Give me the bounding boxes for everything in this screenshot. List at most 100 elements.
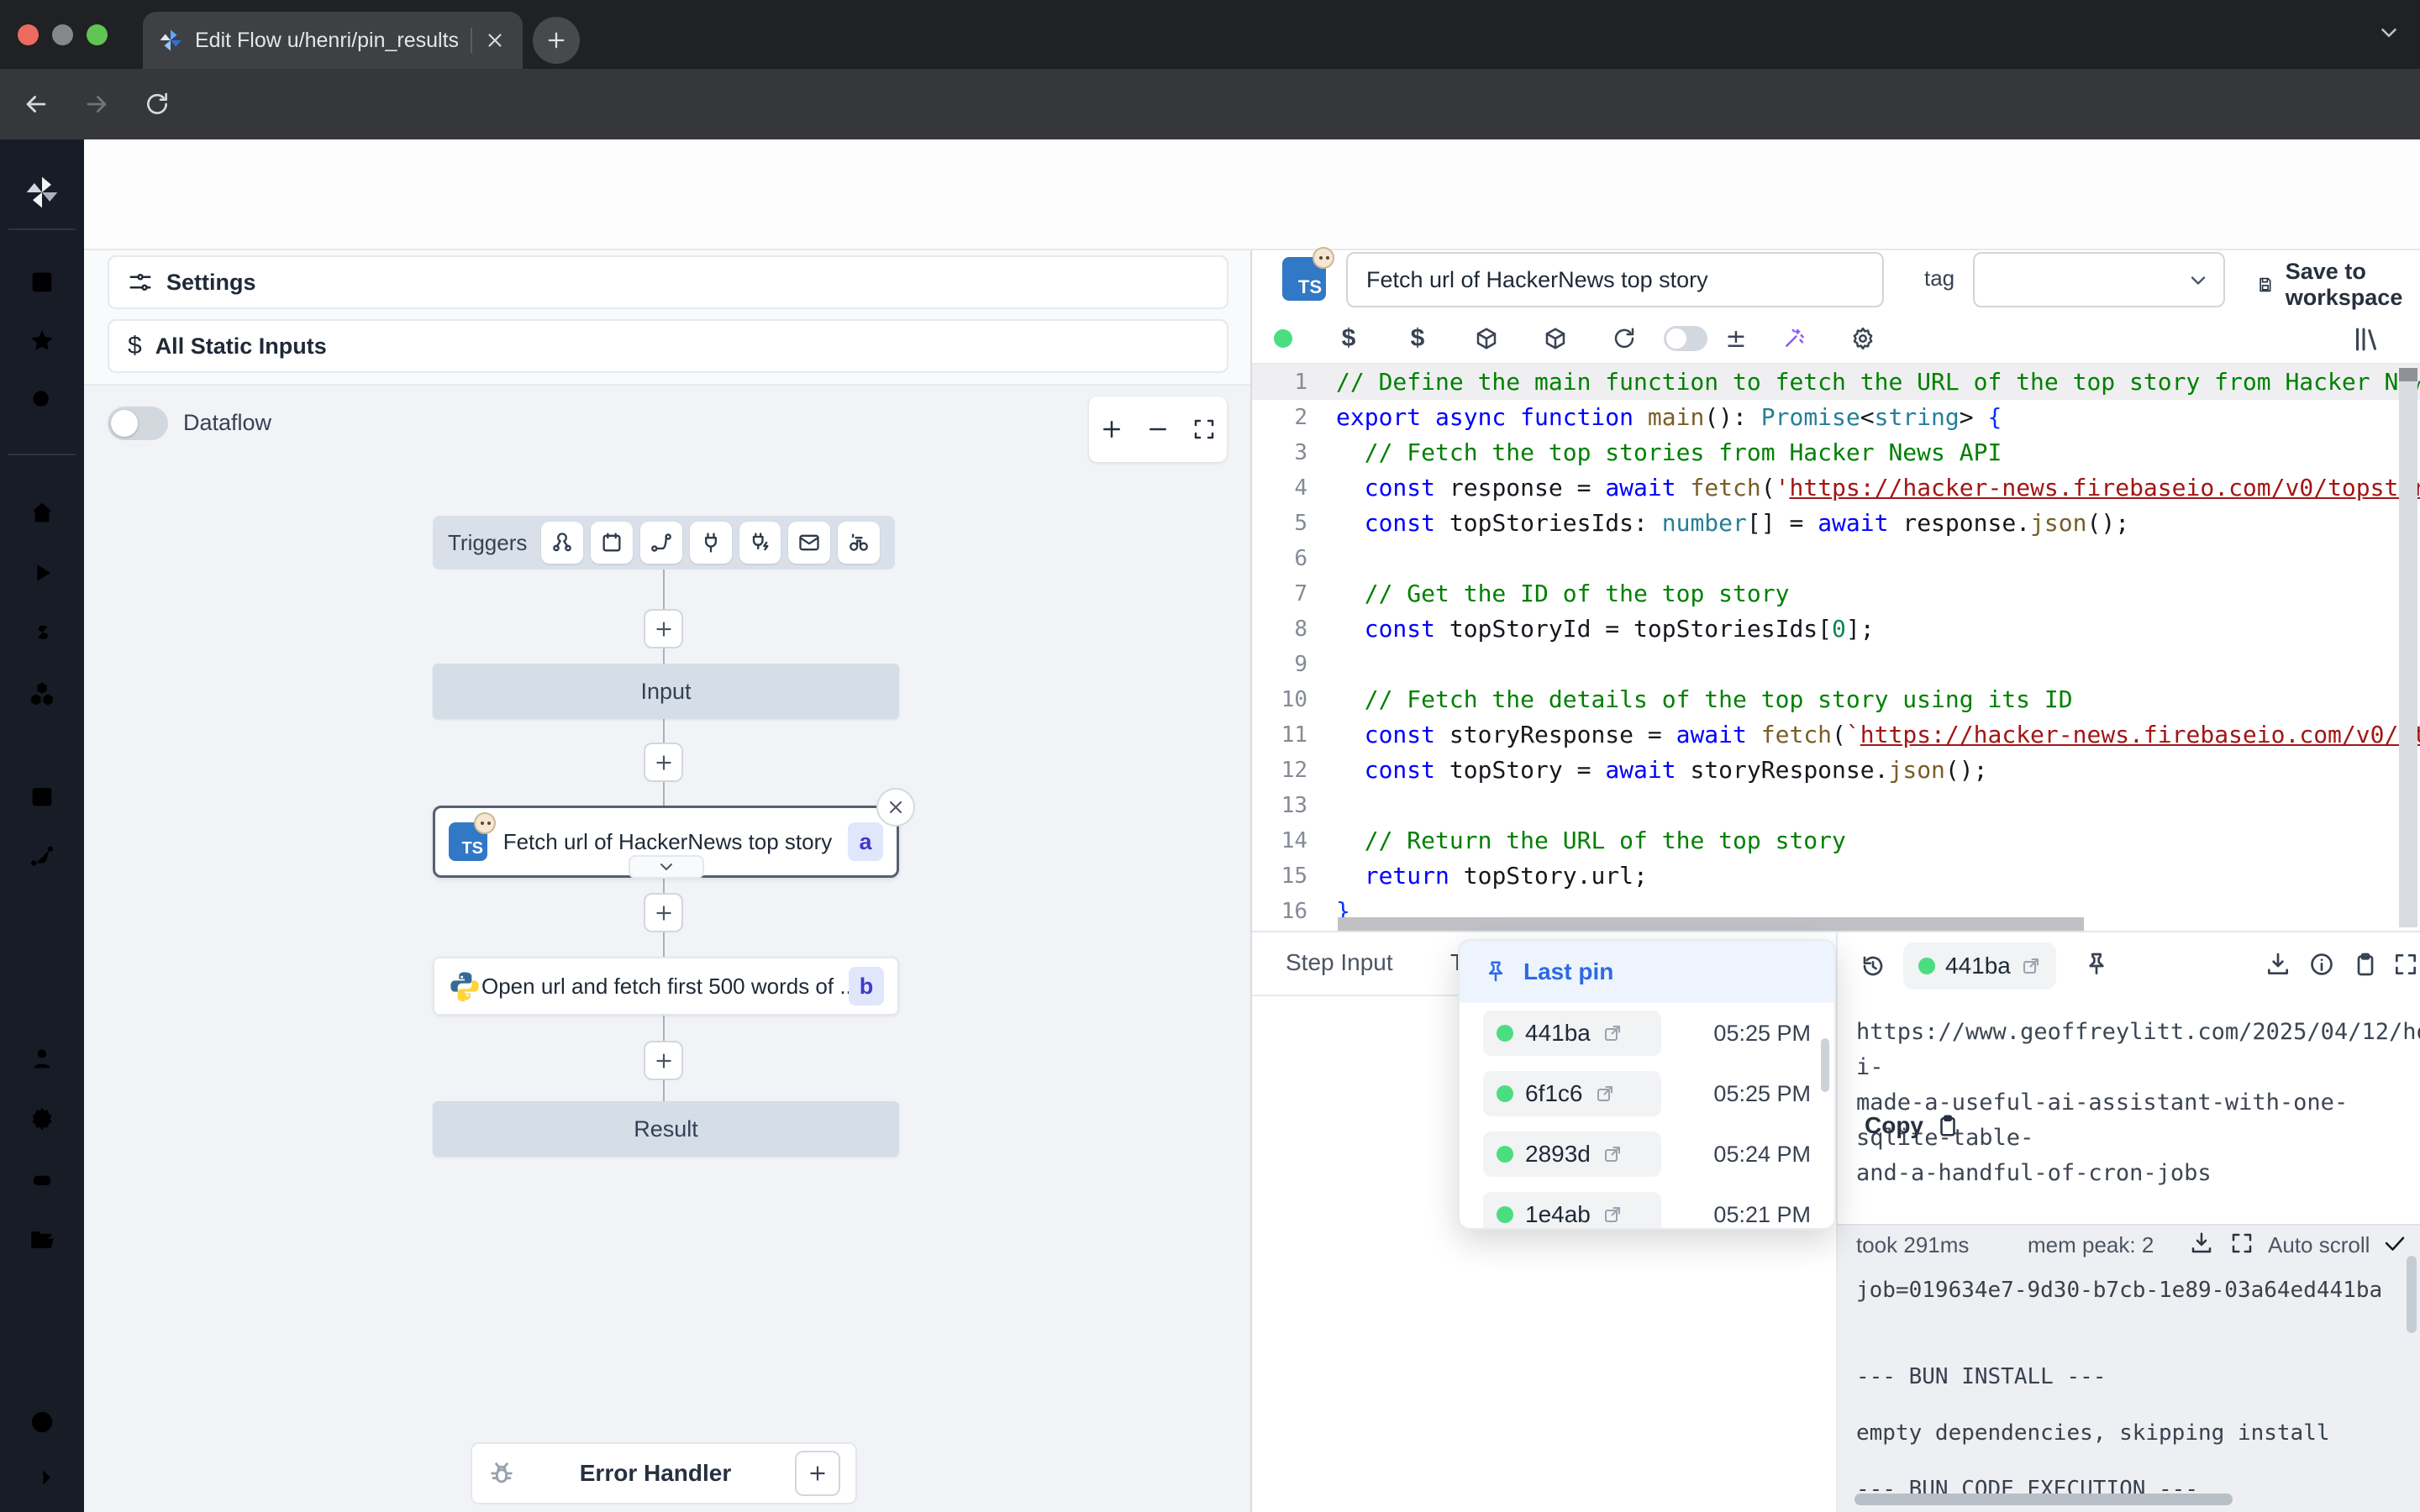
code-horizontal-scrollbar[interactable]: [1338, 917, 2084, 931]
help-icon[interactable]: [28, 1408, 56, 1436]
step-title-input[interactable]: Fetch url of HackerNews top story: [1346, 252, 1884, 307]
fullscreen-icon[interactable]: [2229, 1231, 2254, 1256]
macos-minimize-button[interactable]: [52, 24, 73, 45]
copy-result-button[interactable]: Copy: [1865, 1112, 1960, 1139]
folders-icon[interactable]: [28, 1226, 56, 1254]
resources-cubes-icon[interactable]: [28, 680, 56, 708]
code-line[interactable]: 14 // Return the URL of the top story: [1252, 823, 2420, 858]
tab-close-icon[interactable]: [484, 29, 506, 51]
add-plus-icon[interactable]: [28, 902, 56, 931]
add-step-button[interactable]: [644, 743, 683, 782]
tab-search-chevron-icon[interactable]: [2376, 20, 2402, 45]
workers-robot-icon[interactable]: [28, 1165, 56, 1194]
pin-icon[interactable]: [2083, 951, 2110, 978]
code-editor[interactable]: 1// Define the main function to fetch th…: [1252, 365, 2420, 931]
macos-close-button[interactable]: [18, 24, 39, 45]
code-line[interactable]: 7 // Get the ID of the top story: [1252, 576, 2420, 612]
pin-id-badge[interactable]: 441ba: [1483, 1011, 1661, 1056]
result-node[interactable]: Result: [433, 1101, 899, 1157]
history-icon[interactable]: [1860, 953, 1886, 979]
result-pin-badge[interactable]: 441ba: [1903, 942, 2056, 990]
schedules-calendar-icon[interactable]: [28, 782, 56, 811]
back-button[interactable]: [20, 88, 52, 120]
webhook-trigger-button[interactable]: [541, 522, 583, 564]
pin-menu-item[interactable]: 2893d05:24 PM: [1460, 1124, 1834, 1184]
audit-logs-list-icon[interactable]: [28, 1286, 56, 1315]
check-icon[interactable]: [2382, 1231, 2407, 1256]
browser-tab[interactable]: Edit Flow u/henri/pin_results: [143, 12, 523, 69]
external-link-icon[interactable]: [1595, 1084, 1615, 1104]
pin-id-badge[interactable]: 6f1c6: [1483, 1071, 1661, 1116]
static-inputs-button[interactable]: $: [1314, 324, 1383, 353]
code-line[interactable]: 11 const storyResponse = await fetch(`ht…: [1252, 717, 2420, 753]
zoom-in-icon[interactable]: [1099, 417, 1124, 442]
code-line[interactable]: 8 const topStoryId = topStoriesIds[0];: [1252, 612, 2420, 647]
code-line[interactable]: 1// Define the main function to fetch th…: [1252, 365, 2420, 400]
fullscreen-icon[interactable]: [2392, 951, 2419, 978]
code-line[interactable]: 2export async function main(): Promise<s…: [1252, 400, 2420, 435]
zoom-out-icon[interactable]: [1145, 417, 1171, 442]
add-step-button[interactable]: [644, 893, 683, 932]
diff-mode-toggle[interactable]: [1659, 326, 1712, 351]
search-icon[interactable]: [28, 386, 56, 414]
code-line[interactable]: 5 const topStoriesIds: number[] = await …: [1252, 506, 2420, 541]
ai-assistant-button[interactable]: [1760, 326, 1828, 351]
explore-packages-button[interactable]: [1452, 326, 1521, 351]
expand-step-chevron[interactable]: [629, 855, 704, 879]
pin-id-badge[interactable]: 1e4ab: [1483, 1192, 1661, 1230]
download-icon[interactable]: [2265, 951, 2291, 978]
step-a-node-selected[interactable]: TS Fetch url of HackerNews top story a: [433, 806, 899, 878]
last-pin-option[interactable]: Last pin: [1460, 941, 1834, 1003]
tab-step-input[interactable]: Step Input: [1286, 949, 1393, 976]
error-handler-node[interactable]: Error Handler: [471, 1442, 857, 1504]
home-icon[interactable]: [28, 498, 56, 527]
dataflow-toggle[interactable]: [108, 407, 168, 440]
variables-dollar-icon[interactable]: [28, 619, 56, 648]
settings-gear-icon[interactable]: [28, 1105, 56, 1133]
code-vertical-scrollbar[interactable]: [2399, 368, 2417, 927]
user-icon[interactable]: [28, 1044, 56, 1073]
external-link-icon[interactable]: [1602, 1205, 1623, 1225]
pin-menu-item[interactable]: 1e4ab05:21 PM: [1460, 1184, 1834, 1230]
external-link-icon[interactable]: [1602, 1023, 1623, 1043]
log-vertical-scrollbar[interactable]: [2407, 1256, 2417, 1333]
step-b-node[interactable]: Open url and fetch first 500 words of ..…: [433, 957, 899, 1016]
clipboard-icon[interactable]: [2352, 951, 2379, 978]
input-node[interactable]: Input: [433, 664, 899, 719]
scheduled-poll-trigger-button[interactable]: [838, 522, 880, 564]
log-horizontal-scrollbar[interactable]: [1854, 1494, 2233, 1505]
info-icon[interactable]: [2308, 951, 2335, 978]
dependencies-button[interactable]: [1521, 326, 1590, 351]
macos-zoom-button[interactable]: [87, 24, 108, 45]
code-line[interactable]: 10 // Fetch the details of the top story…: [1252, 682, 2420, 717]
schedule-trigger-button[interactable]: [591, 522, 633, 564]
settings-row[interactable]: Settings: [108, 255, 1228, 309]
save-to-workspace-button[interactable]: Save to workspace: [2257, 259, 2420, 311]
external-link-icon[interactable]: [2021, 956, 2041, 976]
library-icon[interactable]: [2351, 324, 2381, 354]
add-step-button[interactable]: [644, 1041, 683, 1080]
http-route-trigger-button[interactable]: [640, 522, 682, 564]
favorites-star-icon[interactable]: [28, 327, 56, 355]
editor-settings-button[interactable]: [1828, 326, 1897, 351]
triggers-node[interactable]: Triggers: [433, 516, 895, 570]
websocket-trigger-button[interactable]: [690, 522, 732, 564]
download-icon[interactable]: [2189, 1231, 2214, 1256]
pin-id-badge[interactable]: 2893d: [1483, 1131, 1661, 1177]
apps-icon[interactable]: [28, 268, 56, 297]
dropdown-scrollbar[interactable]: [1821, 1038, 1829, 1092]
fit-view-icon[interactable]: [1192, 417, 1217, 442]
variables-button[interactable]: $: [1383, 324, 1452, 353]
reload-button[interactable]: [141, 88, 173, 120]
tag-select[interactable]: [1973, 252, 2225, 307]
reload-script-button[interactable]: [1590, 326, 1659, 351]
code-line[interactable]: 6: [1252, 541, 2420, 576]
code-line[interactable]: 4 const response = await fetch('https://…: [1252, 470, 2420, 506]
kafka-trigger-button[interactable]: [739, 522, 781, 564]
email-trigger-button[interactable]: [788, 522, 830, 564]
pin-menu-item[interactable]: 6f1c605:25 PM: [1460, 1063, 1834, 1124]
runs-play-icon[interactable]: [28, 559, 56, 587]
add-step-button[interactable]: [644, 609, 683, 648]
remove-step-button[interactable]: [876, 788, 915, 827]
pin-menu-item[interactable]: 441ba05:25 PM: [1460, 1003, 1834, 1063]
